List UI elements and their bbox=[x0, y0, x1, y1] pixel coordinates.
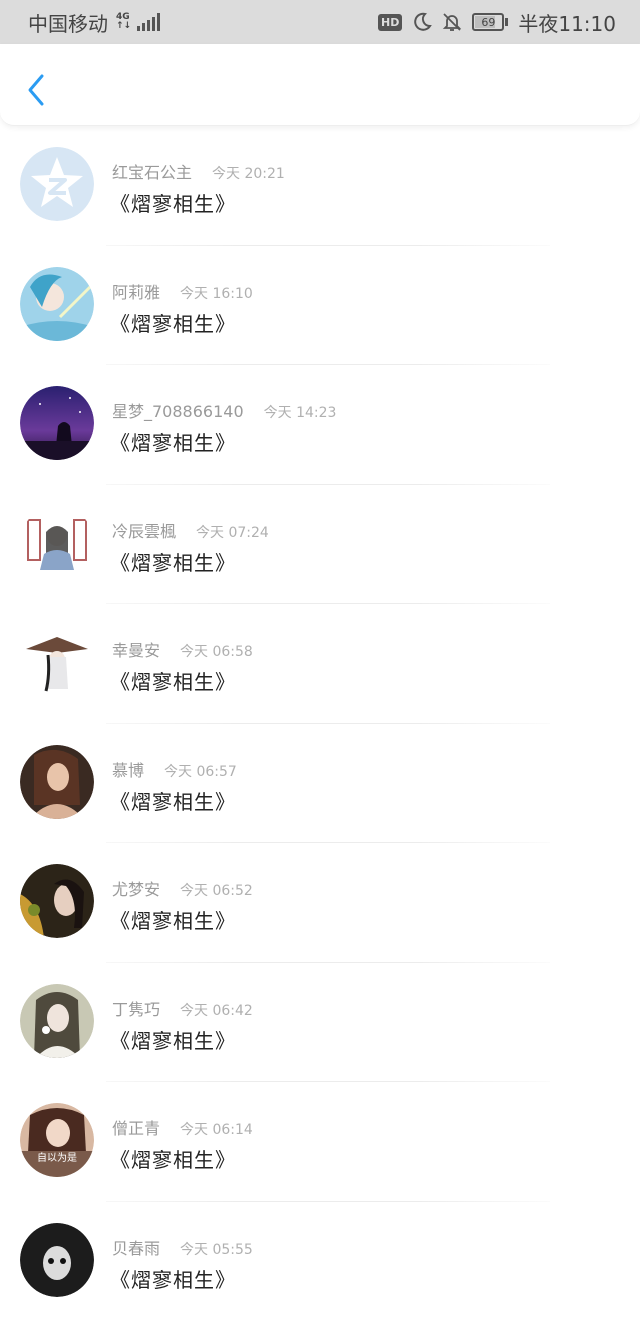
list-item[interactable]: 尤梦安 今天 06:52 《熠寥相生》 bbox=[0, 843, 640, 963]
message-text: 《熠寥相生》 bbox=[110, 427, 236, 456]
item-meta: 星梦_708866140 今天 14:23 bbox=[112, 398, 336, 422]
avatar[interactable] bbox=[20, 1223, 94, 1297]
status-bar: 中国移动 4G ↑↓ HD 69 半夜11:10 bbox=[0, 0, 640, 44]
message-text: 《熠寥相生》 bbox=[110, 308, 236, 337]
list-item[interactable]: 自以为是 僧正青 今天 06:14 《熠寥相生》 bbox=[0, 1082, 640, 1202]
list-item[interactable]: 星梦_708866140 今天 14:23 《熠寥相生》 bbox=[0, 365, 640, 485]
timestamp: 今天 14:23 bbox=[264, 402, 337, 422]
item-meta: 僧正青 今天 06:14 bbox=[112, 1115, 253, 1139]
sender-name: 阿莉雅 bbox=[112, 279, 160, 303]
message-text: 《熠寥相生》 bbox=[110, 1025, 236, 1054]
signal-icon bbox=[137, 13, 160, 31]
list-item[interactable]: 丁隽巧 今天 06:42 《熠寥相生》 bbox=[0, 963, 640, 1083]
avatar[interactable] bbox=[20, 147, 94, 221]
item-meta: 尤梦安 今天 06:52 bbox=[112, 876, 253, 900]
battery-icon: 69 bbox=[472, 13, 508, 31]
item-meta: 丁隽巧 今天 06:42 bbox=[112, 996, 253, 1020]
sender-name: 星梦_708866140 bbox=[112, 398, 244, 422]
sender-name: 红宝石公主 bbox=[112, 159, 192, 183]
item-meta: 红宝石公主 今天 20:21 bbox=[112, 159, 285, 183]
sender-name: 僧正青 bbox=[112, 1115, 160, 1139]
timestamp: 今天 20:21 bbox=[212, 163, 285, 183]
message-text: 《熠寥相生》 bbox=[110, 1144, 236, 1173]
timestamp: 今天 05:55 bbox=[180, 1239, 253, 1259]
timestamp: 今天 06:42 bbox=[180, 1000, 253, 1020]
header bbox=[0, 44, 640, 126]
avatar[interactable] bbox=[20, 625, 94, 699]
sender-name: 冷辰雲楓 bbox=[112, 518, 176, 542]
sender-name: 幸曼安 bbox=[112, 637, 160, 661]
timestamp: 今天 16:10 bbox=[180, 283, 253, 303]
list-item[interactable]: 冷辰雲楓 今天 07:24 《熠寥相生》 bbox=[0, 485, 640, 605]
bell-off-icon bbox=[442, 12, 462, 32]
timestamp: 今天 07:24 bbox=[196, 522, 269, 542]
carrier-label: 中国移动 bbox=[28, 8, 108, 37]
back-button[interactable] bbox=[20, 70, 52, 110]
timestamp: 今天 06:52 bbox=[180, 880, 253, 900]
message-text: 《熠寥相生》 bbox=[110, 1264, 236, 1293]
chevron-left-icon bbox=[26, 73, 46, 107]
list-item[interactable]: 幸曼安 今天 06:58 《熠寥相生》 bbox=[0, 604, 640, 724]
message-text: 《熠寥相生》 bbox=[110, 905, 236, 934]
avatar[interactable] bbox=[20, 506, 94, 580]
list-item[interactable]: 红宝石公主 今天 20:21 《熠寥相生》 bbox=[0, 126, 640, 246]
item-meta: 阿莉雅 今天 16:10 bbox=[112, 279, 253, 303]
sender-name: 尤梦安 bbox=[112, 876, 160, 900]
qzone-star-icon bbox=[20, 147, 94, 221]
timestamp: 今天 06:14 bbox=[180, 1119, 253, 1139]
timestamp: 今天 06:58 bbox=[180, 641, 253, 661]
item-meta: 冷辰雲楓 今天 07:24 bbox=[112, 518, 269, 542]
list-item[interactable]: 慕博 今天 06:57 《熠寥相生》 bbox=[0, 724, 640, 844]
avatar[interactable] bbox=[20, 267, 94, 341]
moon-icon bbox=[412, 12, 432, 32]
avatar[interactable] bbox=[20, 745, 94, 819]
network-type: 4G ↑↓ bbox=[116, 13, 131, 31]
message-list: 红宝石公主 今天 20:21 《熠寥相生》 阿莉雅 今天 16:10 《熠寥相生… bbox=[0, 126, 640, 1321]
avatar[interactable] bbox=[20, 984, 94, 1058]
message-text: 《熠寥相生》 bbox=[110, 666, 236, 695]
sender-name: 贝春雨 bbox=[112, 1235, 160, 1259]
list-item[interactable]: 贝春雨 今天 05:55 《熠寥相生》 bbox=[0, 1202, 640, 1321]
hd-icon: HD bbox=[378, 14, 402, 31]
timestamp: 今天 06:57 bbox=[164, 761, 237, 781]
clock: 半夜11:10 bbox=[518, 8, 616, 37]
list-item[interactable]: 阿莉雅 今天 16:10 《熠寥相生》 bbox=[0, 246, 640, 366]
sender-name: 慕博 bbox=[112, 757, 144, 781]
avatar[interactable]: 自以为是 bbox=[20, 1103, 94, 1177]
item-meta: 慕博 今天 06:57 bbox=[112, 757, 237, 781]
item-meta: 幸曼安 今天 06:58 bbox=[112, 637, 253, 661]
battery-level: 69 bbox=[481, 16, 495, 29]
avatar[interactable] bbox=[20, 864, 94, 938]
message-text: 《熠寥相生》 bbox=[110, 547, 236, 576]
message-text: 《熠寥相生》 bbox=[110, 188, 236, 217]
avatar-caption: 自以为是 bbox=[20, 1149, 94, 1164]
status-left: 中国移动 4G ↑↓ bbox=[28, 8, 160, 37]
item-meta: 贝春雨 今天 05:55 bbox=[112, 1235, 253, 1259]
status-right: HD 69 半夜11:10 bbox=[378, 8, 616, 37]
sender-name: 丁隽巧 bbox=[112, 996, 160, 1020]
avatar[interactable] bbox=[20, 386, 94, 460]
message-text: 《熠寥相生》 bbox=[110, 786, 236, 815]
